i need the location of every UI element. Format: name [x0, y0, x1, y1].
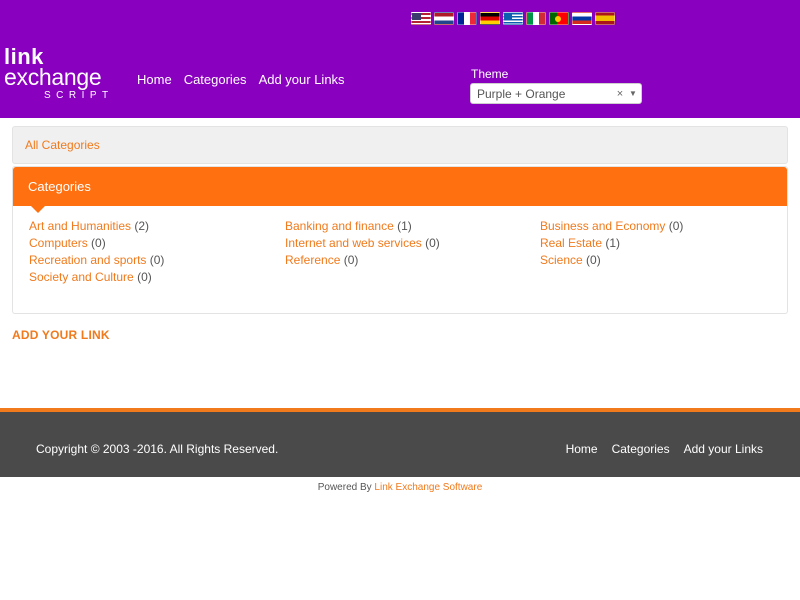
category-link[interactable]: Reference	[285, 253, 340, 267]
footer-categories-link[interactable]: Categories	[612, 442, 670, 456]
category-link[interactable]: Computers	[29, 236, 88, 250]
category-count: (0)	[149, 253, 165, 267]
chevron-down-icon[interactable]: ▼	[625, 89, 641, 98]
category-link[interactable]: Recreation and sports	[29, 253, 146, 267]
flag-de-icon[interactable]	[480, 12, 500, 25]
category-count: (1)	[605, 236, 621, 250]
category-link[interactable]: Real Estate	[540, 236, 602, 250]
flag-fr-icon[interactable]	[457, 12, 477, 25]
category-count: (0)	[137, 270, 152, 284]
category-count: (0)	[343, 253, 359, 267]
nav-add-links-link[interactable]: Add your Links	[259, 72, 345, 87]
category-item: Internet and web services (0)	[285, 236, 540, 250]
copyright-text: Copyright © 2003 -2016. All Rights Reser…	[36, 442, 279, 456]
footer-home-link[interactable]: Home	[566, 442, 598, 456]
footer-nav: Home Categories Add your Links	[566, 442, 763, 456]
breadcrumb: All Categories	[12, 126, 788, 164]
flag-ru-icon[interactable]	[572, 12, 592, 25]
category-item: Reference (0)	[285, 253, 540, 267]
category-link[interactable]: Banking and finance	[285, 219, 394, 233]
category-item: Society and Culture (0)	[29, 270, 285, 284]
category-item: Real Estate (1)	[540, 236, 779, 250]
category-count: (0)	[586, 253, 601, 267]
powered-by: Powered By Link Exchange Software	[0, 482, 800, 493]
categories-panel: Categories Art and Humanities (2) Bankin…	[12, 166, 788, 314]
category-count: (2)	[134, 219, 150, 233]
category-link[interactable]: Art and Humanities	[29, 219, 131, 233]
categories-panel-title: Categories	[13, 167, 787, 213]
clear-icon[interactable]: ×	[615, 88, 625, 100]
category-item: Banking and finance (1)	[285, 219, 540, 233]
theme-select[interactable]: Purple + Orange × ▼	[470, 83, 642, 104]
category-count: (1)	[397, 219, 412, 233]
language-flags	[411, 12, 615, 26]
category-count: (0)	[91, 236, 106, 250]
nav-home-link[interactable]: Home	[137, 72, 172, 87]
theme-selected-value: Purple + Orange	[477, 86, 566, 101]
logo-line-2: exchange	[4, 64, 102, 90]
add-your-link-button[interactable]: ADD YOUR LINK	[12, 328, 110, 342]
site-logo[interactable]: link exchange SCRIPT	[4, 46, 114, 101]
nav-categories-link[interactable]: Categories	[184, 72, 247, 87]
footer-add-links-link[interactable]: Add your Links	[684, 442, 763, 456]
category-item: Business and Economy (0)	[540, 219, 779, 233]
powered-by-link[interactable]: Link Exchange Software	[374, 482, 482, 493]
footer: Copyright © 2003 -2016. All Rights Reser…	[0, 408, 800, 477]
category-link[interactable]: Business and Economy	[540, 219, 665, 233]
flag-es-icon[interactable]	[595, 12, 615, 25]
breadcrumb-all-categories[interactable]: All Categories	[25, 138, 100, 152]
category-item: Science (0)	[540, 253, 779, 267]
flag-pt-icon[interactable]	[549, 12, 569, 25]
flag-nl-icon[interactable]	[434, 12, 454, 25]
category-link[interactable]: Society and Culture	[29, 270, 134, 284]
category-item: Art and Humanities (2)	[29, 219, 285, 233]
category-list: Art and Humanities (2) Banking and finan…	[29, 219, 779, 284]
flag-us-icon[interactable]	[411, 12, 431, 25]
category-link[interactable]: Internet and web services	[285, 236, 422, 250]
category-item: Computers (0)	[29, 236, 285, 250]
category-item: Recreation and sports (0)	[29, 253, 285, 267]
category-link[interactable]: Science	[540, 253, 583, 267]
main-nav: Home Categories Add your Links	[137, 72, 345, 87]
flag-gr-icon[interactable]	[503, 12, 523, 25]
category-count: (0)	[425, 236, 440, 250]
theme-label: Theme	[471, 67, 509, 81]
powered-by-prefix: Powered By	[317, 482, 372, 493]
header: link exchange SCRIPT Home Categories Add…	[0, 0, 800, 118]
logo-line-3: SCRIPT	[44, 90, 114, 101]
category-count: (0)	[668, 219, 684, 233]
flag-it-icon[interactable]	[526, 12, 546, 25]
